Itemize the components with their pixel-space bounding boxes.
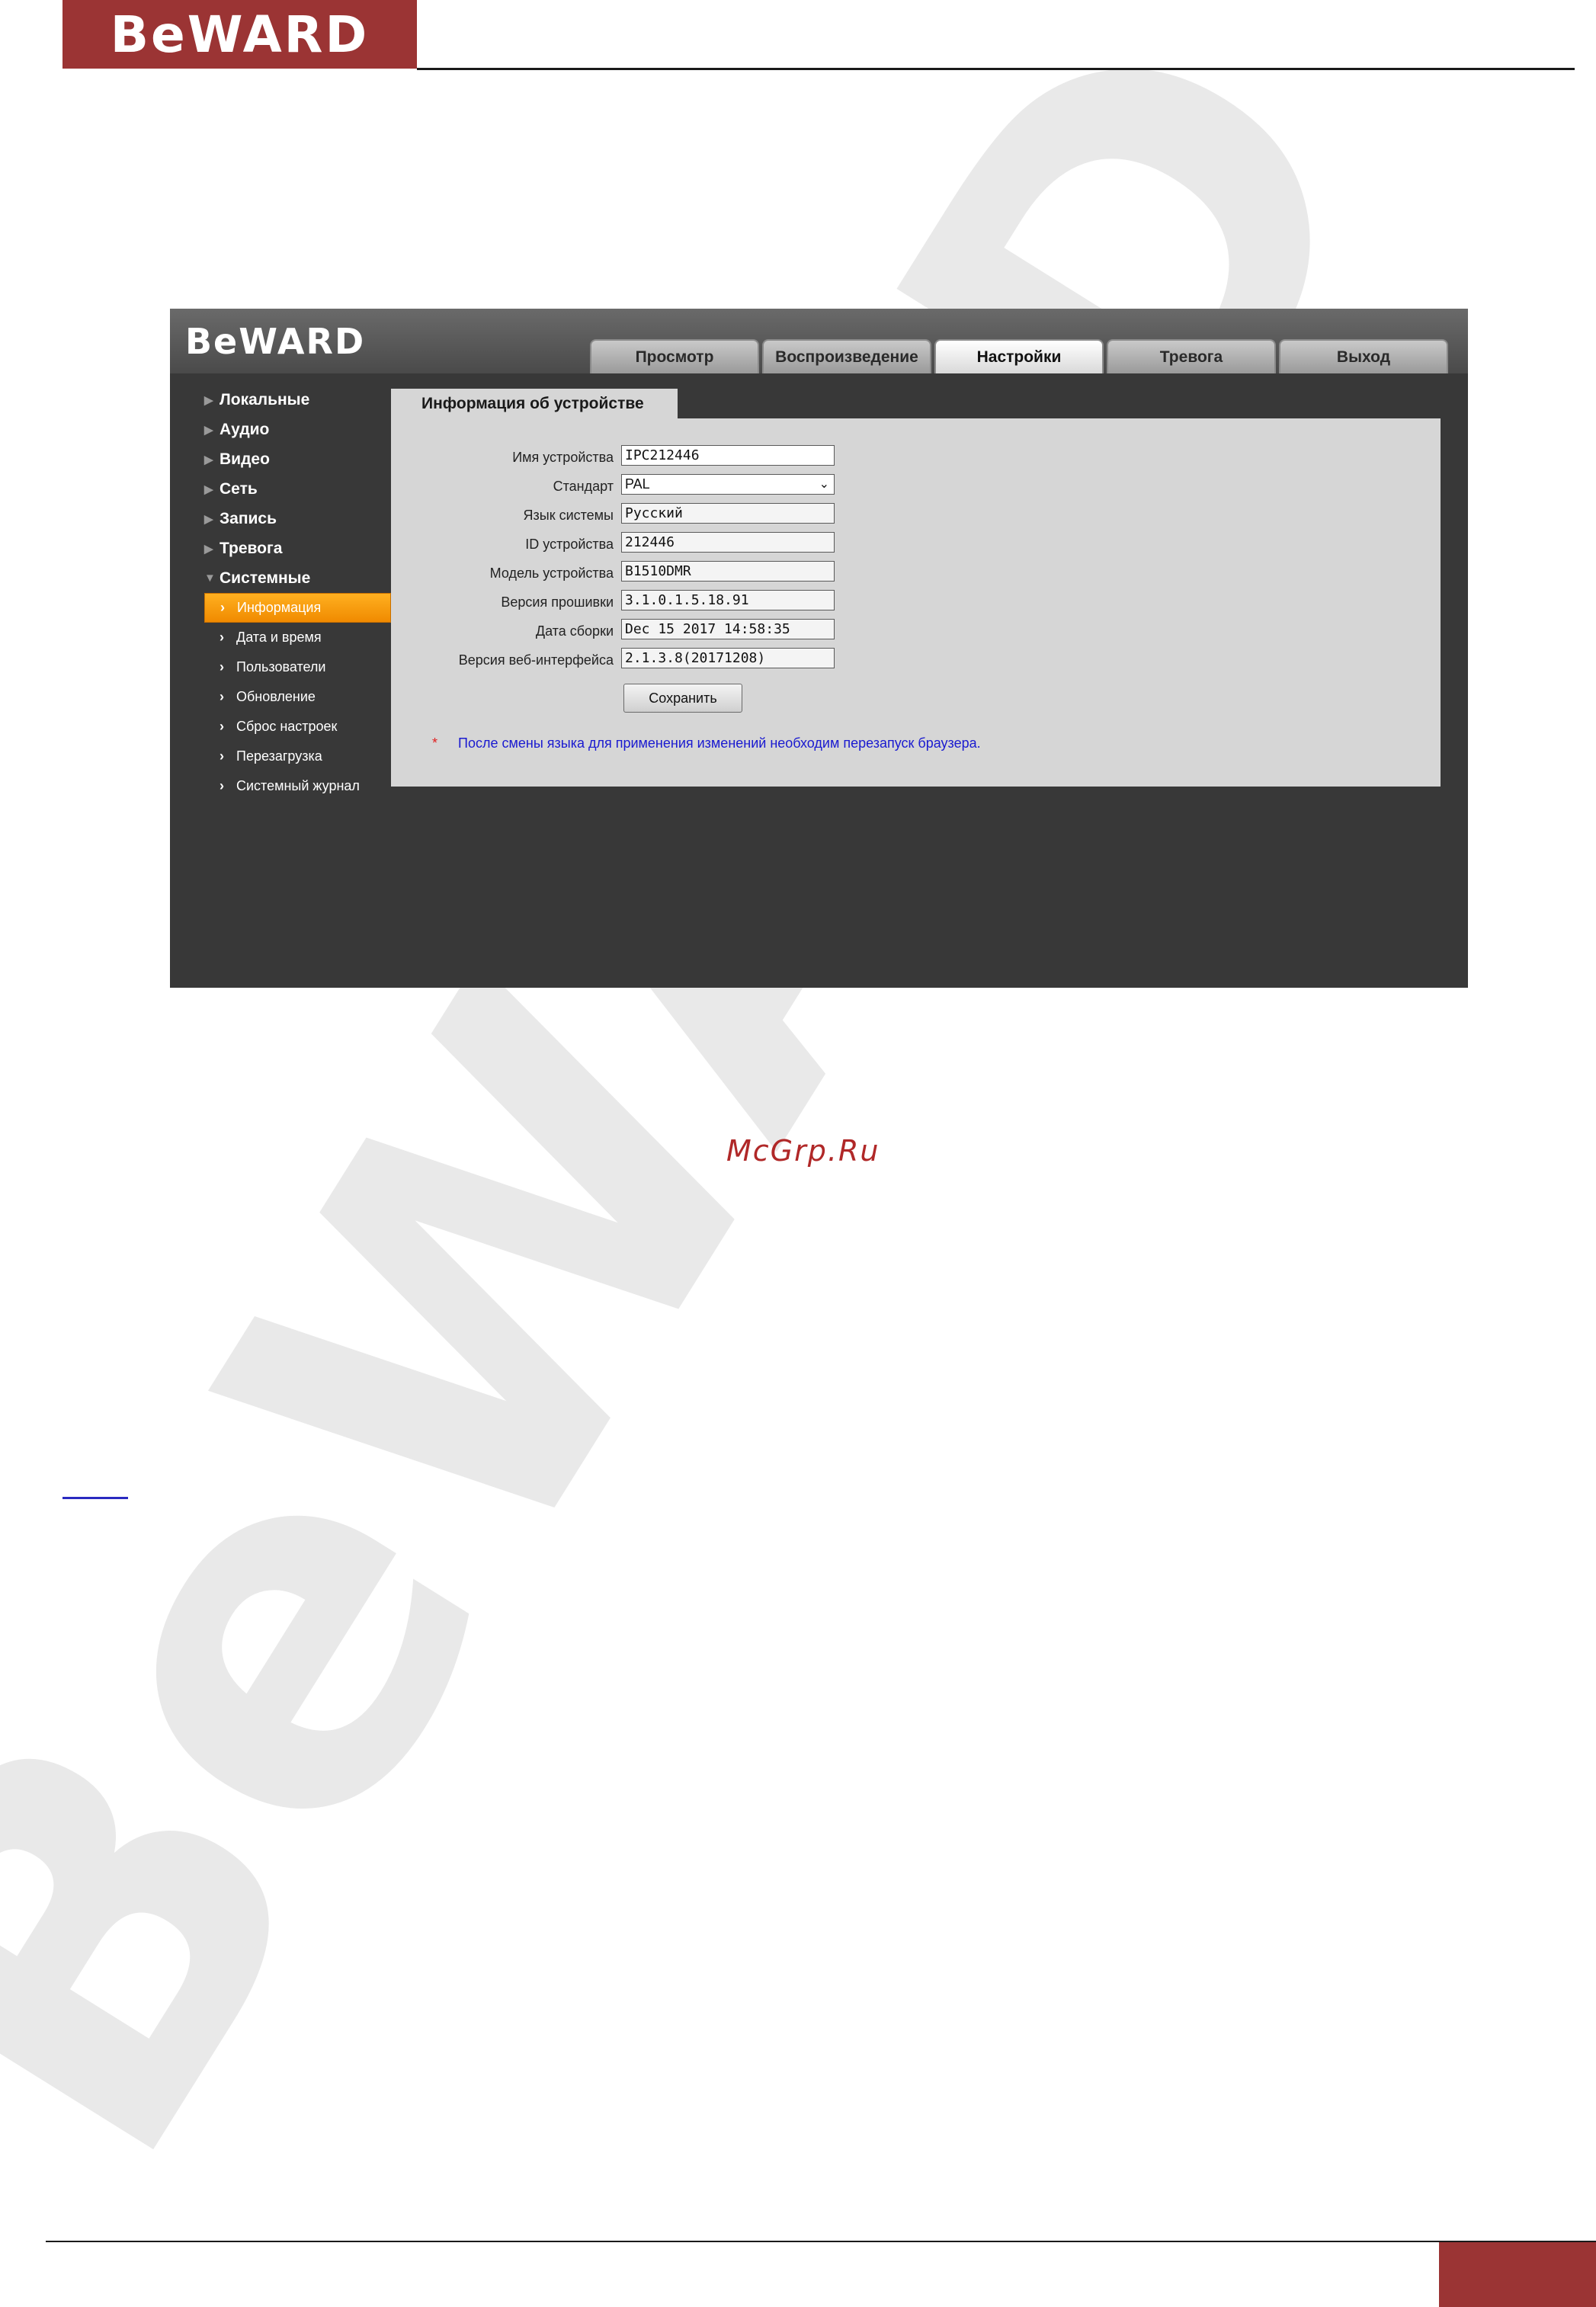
link-underline[interactable] (62, 1497, 128, 1499)
page-brand-logo: BeWARD (62, 0, 417, 69)
triangle-down-icon: ▼ (204, 572, 216, 585)
sidebar-item-label: Локальные (220, 390, 310, 409)
triangle-right-icon: ▶ (204, 512, 213, 526)
sidebar-subitem-label: Дата и время (236, 630, 322, 645)
web-version-field: 2.1.3.8(20171208) (621, 648, 835, 668)
tab-settings[interactable]: Настройки (934, 339, 1104, 373)
chevron-right-icon: › (220, 778, 224, 793)
sidebar-item-label: Сеть (220, 479, 258, 498)
footer-brand-block (1439, 2242, 1596, 2307)
device-name-label: Имя устройства (512, 450, 614, 465)
chevron-right-icon: › (220, 748, 224, 764)
model-field: B1510DMR (621, 561, 835, 582)
sidebar-subitem-date-time[interactable]: › Дата и время (204, 623, 391, 652)
sidebar-subitem-reboot[interactable]: › Перезагрузка (204, 742, 391, 771)
chevron-right-icon: › (220, 600, 225, 615)
sidebar-item-local[interactable]: ▶ Локальные (204, 385, 391, 415)
build-date-row: Дата сборки Dec 15 2017 14:58:35 (391, 619, 848, 642)
web-version-row: Версия веб-интерфейса 2.1.3.8(20171208) (391, 648, 848, 671)
sidebar-item-audio[interactable]: ▶ Аудио (204, 415, 391, 444)
chevron-right-icon: › (220, 719, 224, 734)
sidebar-subitem-update[interactable]: › Обновление (204, 682, 391, 712)
device-id-label: ID устройства (525, 537, 614, 552)
firmware-field: 3.1.0.1.5.18.91 (621, 590, 835, 610)
save-button[interactable]: Сохранить (623, 684, 742, 713)
note-text: После смены языка для применения изменен… (458, 735, 981, 751)
settings-sidebar: ▶ Локальные ▶ Аудио ▶ Видео ▶ Сеть ▶ Зап… (204, 385, 391, 801)
build-date-field: Dec 15 2017 14:58:35 (621, 619, 835, 639)
sidebar-subitem-label: Информация (237, 600, 322, 615)
device-info-panel: Имя устройства IPC212446 Стандарт PAL ⌄ … (391, 418, 1441, 787)
tab-alarm[interactable]: Тревога (1107, 339, 1276, 373)
chevron-right-icon: › (220, 689, 224, 704)
build-date-label: Дата сборки (535, 623, 614, 639)
sidebar-subitem-system-log[interactable]: › Системный журнал (204, 771, 391, 801)
device-id-field: 212446 (621, 532, 835, 553)
firmware-row: Версия прошивки 3.1.0.1.5.18.91 (391, 590, 848, 613)
sidebar-subitem-label: Обновление (236, 689, 316, 704)
header-divider (417, 68, 1575, 70)
note-asterisk: * (432, 735, 438, 751)
chevron-down-icon: ⌄ (819, 478, 829, 491)
standard-label: Стандарт (553, 479, 614, 494)
triangle-right-icon: ▶ (204, 482, 213, 496)
chevron-right-icon: › (220, 630, 224, 645)
standard-select[interactable]: PAL ⌄ (621, 474, 835, 495)
sidebar-subitem-reset[interactable]: › Сброс настроек (204, 712, 391, 742)
triangle-right-icon: ▶ (204, 542, 213, 556)
sidebar-subitem-label: Сброс настроек (236, 719, 338, 734)
sidebar-item-label: Системные (220, 569, 311, 587)
sidebar-subitem-label: Системный журнал (236, 778, 360, 793)
sidebar-item-label: Запись (220, 509, 277, 527)
language-label: Язык системы (523, 508, 614, 523)
model-label: Модель устройства (489, 566, 614, 581)
site-watermark: McGrp.Ru (726, 1134, 880, 1168)
triangle-right-icon: ▶ (204, 393, 213, 407)
top-bar: BeWARD Просмотр Воспроизведение Настройк… (170, 309, 1468, 373)
sidebar-item-network[interactable]: ▶ Сеть (204, 474, 391, 504)
restart-note: * После смены языка для применения измен… (432, 735, 981, 751)
page-brand-logo-text: BeWARD (110, 5, 370, 64)
sidebar-item-label: Видео (220, 450, 270, 468)
sidebar-item-label: Тревога (220, 539, 283, 557)
tab-logout[interactable]: Выход (1279, 339, 1448, 373)
sidebar-item-video[interactable]: ▶ Видео (204, 444, 391, 474)
tab-preview[interactable]: Просмотр (590, 339, 759, 373)
sidebar-subitem-users[interactable]: › Пользователи (204, 652, 391, 682)
standard-row: Стандарт PAL ⌄ (391, 474, 848, 497)
language-row: Язык системы Русский (391, 503, 848, 526)
sidebar-item-system[interactable]: ▼ Системные (204, 563, 391, 593)
firmware-label: Версия прошивки (501, 594, 614, 610)
device-id-row: ID устройства 212446 (391, 532, 848, 555)
sidebar-item-label: Аудио (220, 420, 270, 438)
triangle-right-icon: ▶ (204, 423, 213, 437)
sidebar-item-alarm[interactable]: ▶ Тревога (204, 533, 391, 563)
triangle-right-icon: ▶ (204, 453, 213, 466)
footer-divider (46, 2241, 1596, 2242)
language-field: Русский (621, 503, 835, 524)
device-name-input[interactable]: IPC212446 (621, 445, 835, 466)
camera-web-interface: BeWARD Просмотр Воспроизведение Настройк… (170, 309, 1468, 988)
sidebar-subitem-information[interactable]: › Информация (204, 593, 391, 623)
main-tabs: Просмотр Воспроизведение Настройки Трево… (590, 339, 1448, 373)
web-version-label: Версия веб-интерфейса (458, 652, 614, 668)
ui-brand-logo: BeWARD (185, 321, 366, 362)
model-row: Модель устройства B1510DMR (391, 561, 848, 584)
chevron-right-icon: › (220, 659, 224, 674)
standard-selected-value: PAL (625, 476, 650, 492)
sidebar-item-record[interactable]: ▶ Запись (204, 504, 391, 533)
sidebar-subitem-label: Перезагрузка (236, 748, 322, 764)
device-name-row: Имя устройства IPC212446 (391, 445, 848, 468)
sidebar-subitem-label: Пользователи (236, 659, 326, 674)
tab-playback[interactable]: Воспроизведение (762, 339, 931, 373)
